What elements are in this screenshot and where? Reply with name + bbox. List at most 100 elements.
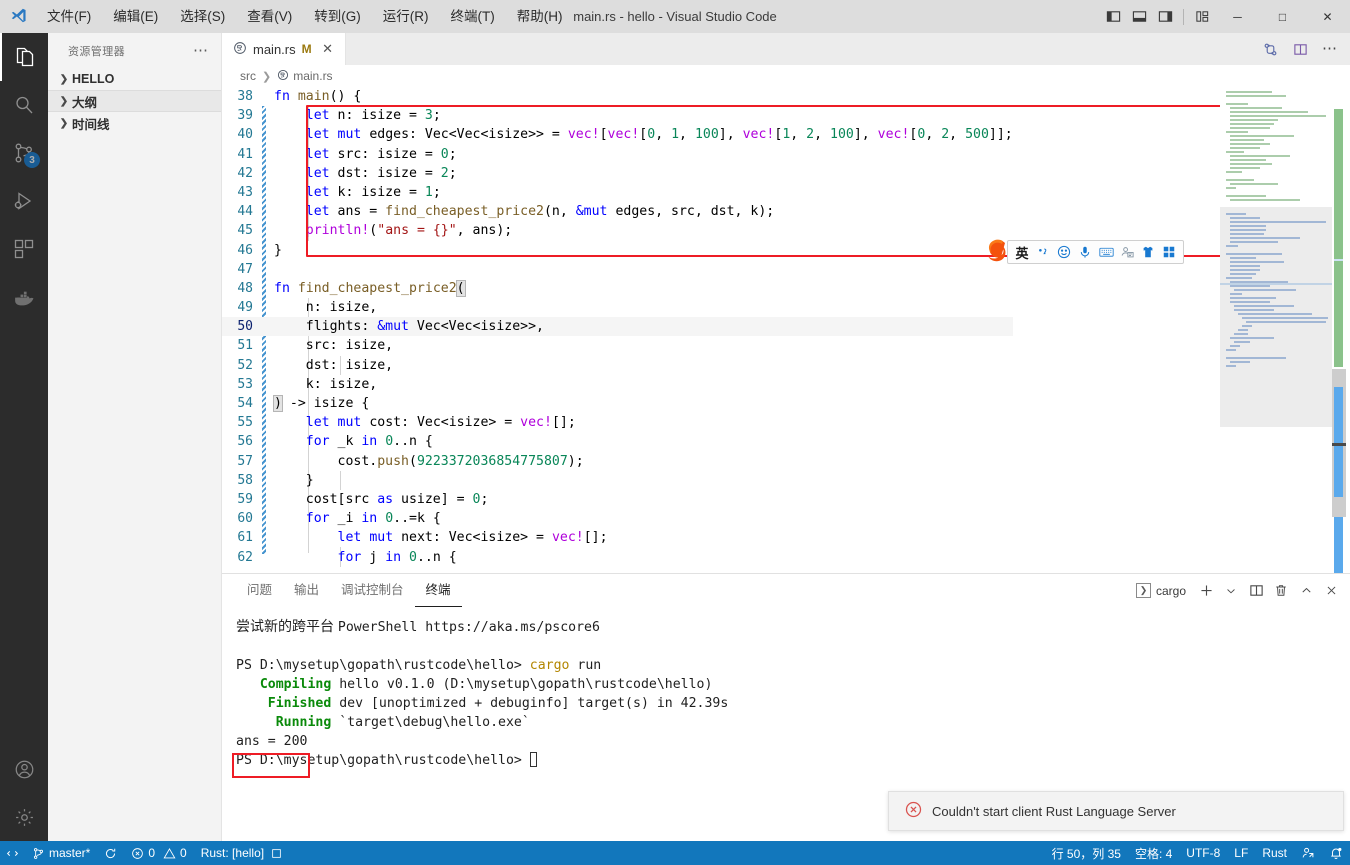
code-line[interactable]: 53 k: isize, xyxy=(222,375,1013,394)
tab-close-icon[interactable]: ✕ xyxy=(320,41,336,57)
code-line[interactable]: 41 let src: isize = 0; xyxy=(222,145,1013,164)
code-line[interactable]: 50 flights: &mut Vec<Vec<isize>>, xyxy=(222,317,1013,337)
sidebar-section-outline[interactable]: ❯ 大纲 xyxy=(48,90,221,112)
status-sync-changes[interactable] xyxy=(97,841,124,865)
ime-mode-label[interactable]: 英 xyxy=(1012,241,1032,263)
activity-accounts[interactable] xyxy=(0,745,48,793)
status-notifications[interactable] xyxy=(1322,841,1350,865)
ime-voice-icon[interactable] xyxy=(1075,241,1095,263)
breadcrumb-src[interactable]: src xyxy=(240,69,256,83)
status-remote-indicator[interactable] xyxy=(0,841,25,865)
status-indentation[interactable]: 空格: 4 xyxy=(1128,841,1179,865)
menu-view[interactable]: 查看(V) xyxy=(236,0,303,33)
ime-toolbox-icon[interactable] xyxy=(1159,241,1179,263)
menu-help[interactable]: 帮助(H) xyxy=(506,0,574,33)
activity-explorer[interactable] xyxy=(0,33,48,81)
sidebar-more-icon[interactable]: ⋯ xyxy=(193,43,209,58)
ime-skin-icon[interactable] xyxy=(1138,241,1158,263)
run-code-icon[interactable] xyxy=(1256,33,1284,65)
line-number: 48 xyxy=(237,280,253,296)
menu-edit[interactable]: 编辑(E) xyxy=(102,0,169,33)
new-terminal-icon[interactable] xyxy=(1195,580,1217,602)
split-editor-icon[interactable] xyxy=(1286,33,1314,65)
code-line[interactable]: 43 let k: isize = 1; xyxy=(222,183,1013,202)
code-line[interactable]: 42 let dst: isize = 2; xyxy=(222,164,1013,183)
code-line[interactable]: 55 let mut cost: Vec<isize> = vec![]; xyxy=(222,413,1013,432)
code-line[interactable]: 60 for _i in 0..=k { xyxy=(222,509,1013,528)
code-editor[interactable]: 38 fn main() {39 let n: isize = 3; 40 let … xyxy=(222,87,1350,573)
ime-punctuation-icon[interactable] xyxy=(1033,241,1053,263)
split-terminal-icon[interactable] xyxy=(1245,580,1267,602)
breadcrumb-main-rs[interactable]: main.rs xyxy=(277,69,333,83)
code-line[interactable]: 52 dst: isize, xyxy=(222,356,1013,375)
minimize-button[interactable]: ─ xyxy=(1215,0,1260,33)
minimap[interactable] xyxy=(1220,87,1332,573)
ime-emoji-icon[interactable] xyxy=(1054,241,1074,263)
ime-soft-keyboard-icon[interactable] xyxy=(1096,241,1116,263)
menu-selection[interactable]: 选择(S) xyxy=(169,0,236,33)
code-line[interactable]: 47 xyxy=(222,260,1013,279)
menu-terminal[interactable]: 终端(T) xyxy=(440,0,506,33)
close-button[interactable]: ✕ xyxy=(1305,0,1350,33)
status-eol[interactable]: LF xyxy=(1227,841,1255,865)
code-line[interactable]: 57 cost.push(9223372036854775807); xyxy=(222,452,1013,471)
close-panel-icon[interactable] xyxy=(1320,580,1342,602)
menu-go[interactable]: 转到(G) xyxy=(303,0,372,33)
code-line[interactable]: 56 for _k in 0..n { xyxy=(222,432,1013,451)
code-line[interactable]: 48 fn find_cheapest_price2( xyxy=(222,279,1013,298)
gutter-spacer xyxy=(262,394,270,413)
notification-toast[interactable]: Couldn't start client Rust Language Serv… xyxy=(888,791,1344,831)
tab-terminal[interactable]: 终端 xyxy=(414,574,462,607)
status-cursor-position[interactable]: 行 50，列 35 xyxy=(1045,841,1128,865)
sidebar-section-hello[interactable]: ❯ HELLO xyxy=(48,68,221,90)
code-line[interactable]: 51 src: isize, xyxy=(222,336,1013,355)
customize-layout-icon[interactable] xyxy=(1189,0,1215,33)
activity-run-and-debug[interactable] xyxy=(0,177,48,225)
status-language-mode[interactable]: Rust xyxy=(1255,841,1294,865)
code-line[interactable]: 40 let mut edges: Vec<Vec<isize>> = vec!… xyxy=(222,125,1012,144)
ime-screenshot-icon[interactable] xyxy=(1117,241,1137,263)
editor-more-actions-icon[interactable]: ⋯ xyxy=(1316,33,1344,65)
activity-manage-gear[interactable] xyxy=(0,793,48,841)
code-line[interactable]: 61 let mut next: Vec<isize> = vec![]; xyxy=(222,528,1013,547)
activity-source-control[interactable]: 3 xyxy=(0,129,48,177)
toggle-panel-icon[interactable] xyxy=(1126,0,1152,33)
status-encoding[interactable]: UTF-8 xyxy=(1179,841,1227,865)
code-line[interactable]: 49 n: isize, xyxy=(222,298,1013,317)
status-error-count: 0 xyxy=(148,846,156,860)
ime-toolbar[interactable]: 英 xyxy=(1007,240,1184,264)
editor-scrollbar[interactable] xyxy=(1332,87,1346,627)
maximize-panel-icon[interactable] xyxy=(1295,580,1317,602)
status-live-share[interactable] xyxy=(1294,841,1322,865)
code-line[interactable]: 45 println!("ans = {}", ans); xyxy=(222,221,1013,240)
code-line[interactable]: 58 } xyxy=(222,471,1013,490)
trash-icon[interactable] xyxy=(1270,580,1292,602)
tab-output[interactable]: 输出 xyxy=(283,574,330,607)
toggle-primary-sidebar-icon[interactable] xyxy=(1100,0,1126,33)
sidebar-section-timeline[interactable]: ❯ 时间线 xyxy=(48,112,221,134)
status-branch[interactable]: master* xyxy=(25,841,97,865)
code-line[interactable]: 62 for j in 0..n { xyxy=(222,548,1013,567)
terminal-selector[interactable]: ❯ cargo xyxy=(1135,583,1186,598)
code-line[interactable]: 54) -> isize { xyxy=(222,394,1013,413)
minimap-slider[interactable] xyxy=(1220,207,1332,427)
chevron-down-icon[interactable] xyxy=(1220,580,1242,602)
tab-main-rs[interactable]: main.rs M ✕ xyxy=(222,33,346,65)
activity-docker[interactable] xyxy=(0,273,48,321)
tab-problems[interactable]: 问题 xyxy=(236,574,283,607)
code-line[interactable]: 59 cost[src as usize] = 0; xyxy=(222,490,1013,509)
activity-search[interactable] xyxy=(0,81,48,129)
activity-extensions[interactable] xyxy=(0,225,48,273)
menu-file[interactable]: 文件(F) xyxy=(36,0,102,33)
sogou-logo-icon[interactable] xyxy=(982,238,1012,266)
code-line[interactable]: 38 fn main() { xyxy=(222,87,1013,106)
tab-debug-console[interactable]: 调试控制台 xyxy=(330,574,415,607)
menu-run[interactable]: 运行(R) xyxy=(372,0,440,33)
status-rust-analyzer[interactable]: Rust: [hello] xyxy=(194,841,289,865)
maximize-button[interactable]: □ xyxy=(1260,0,1305,33)
status-problems[interactable]: 0 0 xyxy=(124,841,193,865)
toggle-secondary-sidebar-icon[interactable] xyxy=(1152,0,1178,33)
code-line[interactable]: 39 let n: isize = 3; xyxy=(222,106,1013,125)
code-line[interactable]: 46} xyxy=(222,241,1013,260)
code-line[interactable]: 44 let ans = find_cheapest_price2(n, &mu… xyxy=(222,202,1013,221)
